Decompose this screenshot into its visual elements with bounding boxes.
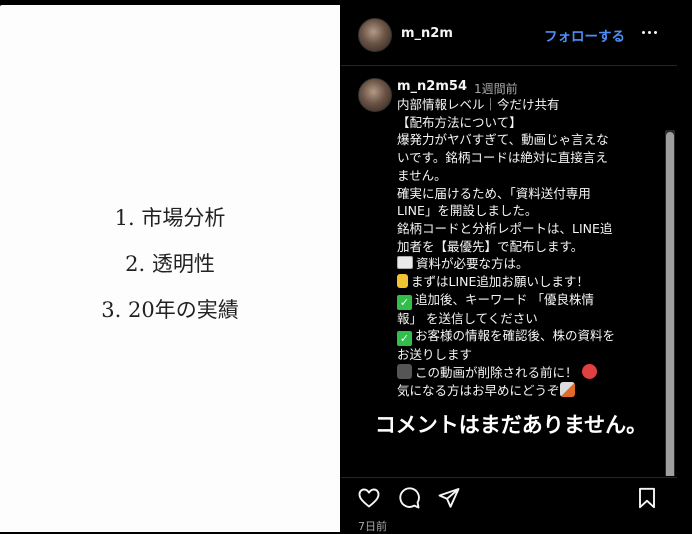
post-side-panel: m_n2m フォローする m_n2m54 1週間前 内部情報レベル｜今だけ共有 … (341, 5, 692, 533)
caption-line-text: 資料が必要な方は。 (416, 256, 529, 272)
caption-line: ません。 (397, 167, 447, 183)
media-text: 1. 市場分析 2. 透明性 3. 20年の実績 (0, 195, 340, 333)
pointing-down-emoji-icon (397, 274, 408, 289)
comment-icon[interactable] (397, 486, 421, 510)
caption-line-text: 気になる方はお早めにどうぞ (397, 382, 560, 398)
caption-line-text: 追加後、キーワード 「優良株情 (415, 291, 594, 307)
caption-line: 【配布方法について】 (397, 114, 522, 130)
more-options-icon[interactable] (638, 21, 660, 43)
check-mark-emoji-icon: ✓ (397, 331, 412, 347)
share-icon[interactable] (437, 486, 461, 510)
media-line: 2. 透明性 (125, 252, 215, 276)
caption-line: LINE」を開設しました。 (397, 203, 538, 219)
caption-line: ✓ お客様の情報を確認後、株の資料を (397, 327, 649, 347)
no-comments-message: コメントはまだありません。 (374, 413, 648, 437)
caption-line: 報」 を送信してください (397, 310, 538, 326)
heart-icon[interactable] (357, 486, 381, 510)
bookmark-icon[interactable] (635, 486, 659, 510)
post-media[interactable]: 1. 市場分析 2. 透明性 3. 20年の実績 (0, 5, 340, 532)
caption-line: 気になる方はお早めにどうぞ (397, 381, 649, 400)
media-line: 3. 20年の実績 (101, 298, 239, 322)
video-camera-emoji-icon (397, 364, 412, 380)
caption-username[interactable]: m_n2m54 (397, 79, 467, 94)
action-bar: 7日前 (341, 477, 677, 533)
caption-line: まずはLINE追加お願いします！ (397, 273, 649, 291)
scrollbar[interactable] (665, 130, 675, 476)
caption-scroll-area[interactable]: m_n2m54 1週間前 内部情報レベル｜今だけ共有 【配布方法について】 爆発… (341, 66, 677, 476)
rocket-emoji-icon (559, 381, 575, 397)
caption-line: いです。銘柄コードは絶対に直接言え (397, 150, 608, 166)
alarm-clock-emoji-icon (581, 364, 597, 380)
caption-line: 加者を【最優先】で配布します。 (397, 238, 584, 254)
post-viewer: 1. 市場分析 2. 透明性 3. 20年の実績 m_n2m フォローする m_… (0, 0, 692, 533)
media-line: 1. 市場分析 (114, 206, 226, 230)
caption-text: 内部情報レベル｜今だけ共有 【配布方法について】 爆発力がヤバすぎて、動画じゃ言… (397, 96, 649, 400)
scrollbar-thumb[interactable] (666, 132, 674, 476)
envelope-emoji-icon (397, 256, 413, 270)
caption-line-text: この動画が削除される前に！ (415, 365, 578, 381)
caption-line: 資料が必要な方は。 (397, 255, 649, 273)
follow-button[interactable]: フォローする (544, 25, 625, 45)
caption-line: 爆発力がヤバすぎて、動画じゃ言えな (397, 132, 609, 148)
caption-line-text: お客様の情報を確認後、株の資料を (415, 328, 616, 344)
caption-avatar[interactable] (358, 78, 392, 112)
caption-line: 銘柄コードと分析レポートは、LINE追 (397, 220, 613, 236)
caption-line: 内部情報レベル｜今だけ共有 (397, 97, 560, 112)
caption-line: ✓ 追加後、キーワード 「優良株情 (397, 291, 649, 310)
check-mark-emoji-icon: ✓ (397, 294, 412, 310)
header-username[interactable]: m_n2m (401, 26, 453, 41)
caption-line: 確実に届けるため、「資料送付専用 (397, 185, 591, 201)
caption-line-text: まずはLINE追加お願いします！ (411, 274, 589, 290)
caption-time: 1週間前 (474, 82, 518, 96)
caption-line: この動画が削除される前に！ (397, 364, 649, 382)
caption-line: お送りします (397, 347, 473, 363)
post-header: m_n2m フォローする (341, 5, 677, 66)
avatar[interactable] (358, 18, 392, 52)
